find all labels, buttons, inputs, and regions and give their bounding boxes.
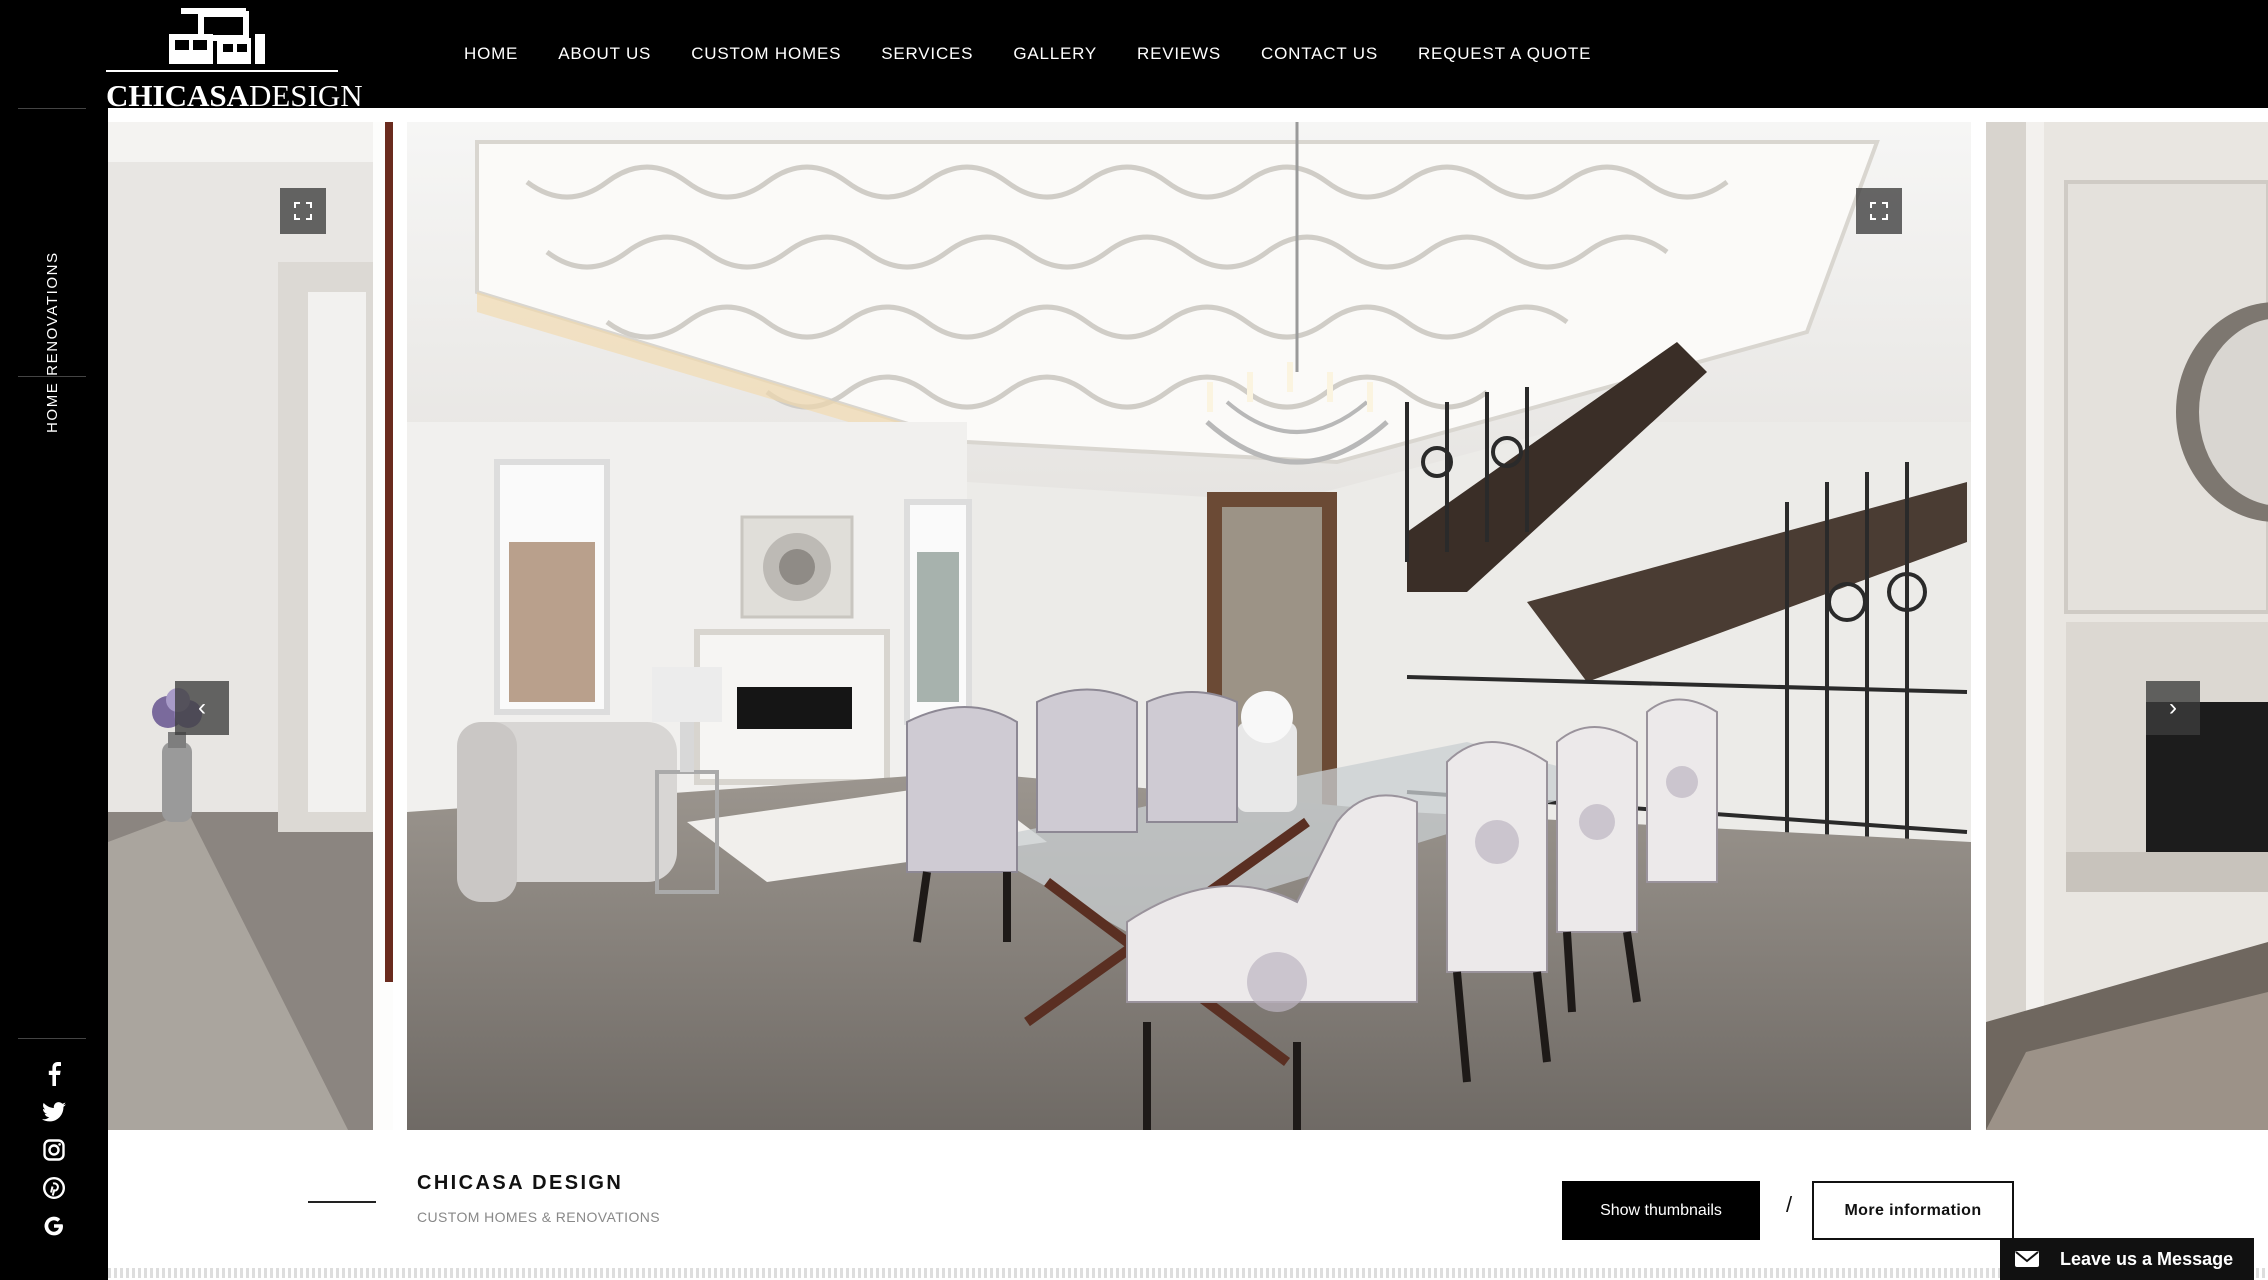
- nav-gallery[interactable]: GALLERY: [1013, 44, 1097, 64]
- left-sidebar: HOME RENOVATIONS: [0, 108, 108, 1280]
- gallery-slide-current[interactable]: [407, 122, 1971, 1130]
- instagram-icon[interactable]: [42, 1138, 66, 1162]
- site-logo[interactable]: CHICASADESIGN: [106, 8, 363, 113]
- button-separator: /: [1786, 1192, 1793, 1217]
- title-dash: [308, 1201, 376, 1203]
- sidebar-divider: [18, 108, 86, 109]
- pinterest-icon[interactable]: [42, 1176, 66, 1200]
- facebook-icon[interactable]: [42, 1062, 66, 1086]
- logo-underline: [106, 70, 338, 72]
- leave-message-widget[interactable]: Leave us a Message: [2000, 1238, 2254, 1280]
- sidebar-divider: [18, 1038, 86, 1039]
- dotted-divider: [108, 1268, 2268, 1278]
- envelope-icon: [2015, 1251, 2039, 1267]
- chevron-right-icon[interactable]: ›: [2146, 681, 2200, 735]
- more-information-button[interactable]: More information: [1812, 1181, 2014, 1240]
- show-thumbnails-button[interactable]: Show thumbnails: [1562, 1181, 1760, 1240]
- expand-icon[interactable]: [1856, 188, 1902, 234]
- google-icon[interactable]: [42, 1214, 66, 1238]
- nav-home[interactable]: HOME: [464, 44, 518, 64]
- chevron-left-icon[interactable]: ‹: [175, 681, 229, 735]
- image-gallery: ‹ ›: [108, 108, 2268, 1146]
- nav-contact-us[interactable]: CONTACT US: [1261, 44, 1378, 64]
- house-logo-icon: [169, 8, 265, 64]
- expand-icon[interactable]: [280, 188, 326, 234]
- gallery-title: CHICASA DESIGN: [417, 1172, 624, 1194]
- leave-message-label: Leave us a Message: [2060, 1248, 2234, 1269]
- category-label[interactable]: HOME RENOVATIONS: [44, 251, 61, 433]
- nav-request-a-quote[interactable]: REQUEST A QUOTE: [1418, 44, 1591, 64]
- gallery-info-bar: CHICASA DESIGN CUSTOM HOMES & RENOVATION…: [108, 1146, 2268, 1280]
- site-header: CHICASADESIGN HOME ABOUT US CUSTOM HOMES…: [0, 0, 2268, 113]
- gallery-slide-previous[interactable]: ‹: [108, 122, 393, 1130]
- nav-custom-homes[interactable]: CUSTOM HOMES: [691, 44, 841, 64]
- nav-about-us[interactable]: ABOUT US: [558, 44, 651, 64]
- sidebar-divider: [18, 376, 86, 377]
- main-nav: HOME ABOUT US CUSTOM HOMES SERVICES GALL…: [464, 44, 1631, 64]
- twitter-icon[interactable]: [42, 1100, 66, 1124]
- gallery-slide-next[interactable]: ›: [1986, 122, 2268, 1130]
- gallery-subtitle: CUSTOM HOMES & RENOVATIONS: [417, 1209, 660, 1225]
- nav-services[interactable]: SERVICES: [881, 44, 973, 64]
- nav-reviews[interactable]: REVIEWS: [1137, 44, 1221, 64]
